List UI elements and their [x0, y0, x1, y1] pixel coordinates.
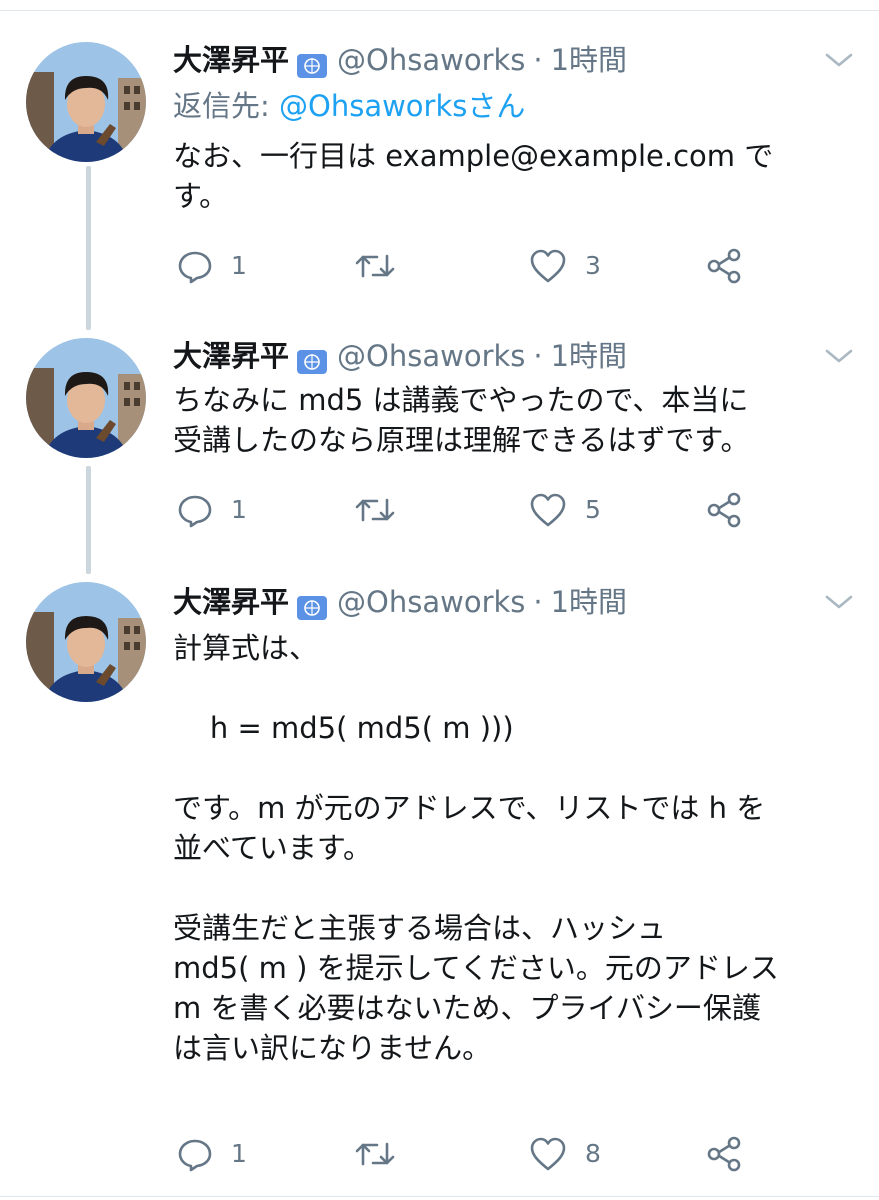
reply-button[interactable]: 1 — [177, 246, 247, 286]
chevron-down-icon[interactable] — [822, 590, 856, 614]
heart-icon — [530, 249, 566, 283]
tweet-actions: 1 5 — [173, 490, 773, 530]
chevron-down-icon[interactable] — [822, 344, 856, 368]
like-button[interactable]: 8 — [529, 1134, 601, 1174]
like-button[interactable]: 3 — [529, 246, 601, 286]
avatar[interactable] — [26, 338, 146, 458]
like-count: 3 — [585, 251, 601, 280]
reply-to-label: 返信先: — [173, 89, 270, 123]
tweet-header: 大澤昇平 @Ohsaworks · 1時間 — [173, 40, 627, 80]
reply-button[interactable]: 1 — [177, 1134, 247, 1174]
like-count: 8 — [585, 1139, 601, 1168]
tweet-header: 大澤昇平 @Ohsaworks · 1時間 — [173, 582, 627, 622]
tweet-2[interactable]: 大澤昇平 @Ohsaworks · 1時間 ちなみに md5 は講義でやったので… — [0, 330, 879, 574]
share-button[interactable] — [705, 246, 743, 286]
un-emblem-icon — [297, 590, 328, 620]
speech-bubble-icon — [178, 495, 212, 528]
chevron-down-icon[interactable] — [822, 48, 856, 72]
heart-icon — [530, 493, 566, 527]
reply-context: 返信先: @Ohsaworksさん — [173, 86, 525, 126]
tweet-3[interactable]: 大澤昇平 @Ohsaworks · 1時間 計算式は、 h = md5( md5… — [0, 574, 879, 1196]
reply-count: 1 — [231, 1139, 247, 1168]
display-name[interactable]: 大澤昇平 — [173, 40, 289, 80]
speech-bubble-icon — [178, 1139, 212, 1172]
tweet-1[interactable]: 大澤昇平 @Ohsaworks · 1時間 返信先: @Ohsaworksさん … — [0, 0, 879, 330]
share-button[interactable] — [705, 1134, 743, 1174]
tweet-text: 計算式は、 h = md5( md5( m ))) です。m が元のアドレスで、… — [173, 631, 779, 1065]
share-icon — [707, 248, 741, 284]
meta-separator: · — [533, 585, 543, 619]
reply-count: 1 — [231, 251, 247, 280]
handle[interactable]: @Ohsaworks — [337, 40, 525, 80]
reply-button[interactable]: 1 — [177, 490, 247, 530]
bottom-divider — [0, 1196, 879, 1197]
retweet-button[interactable] — [355, 490, 413, 530]
like-count: 5 — [585, 495, 601, 524]
tweet-header: 大澤昇平 @Ohsaworks · 1時間 — [173, 336, 627, 376]
retweet-arrows-icon — [355, 1142, 395, 1166]
meta-separator: · — [533, 339, 543, 373]
share-icon — [707, 492, 741, 528]
tweet-text: ちなみに md5 は講義でやったので、本当に 受講したのなら原理は理解できるはず… — [173, 383, 750, 457]
share-button[interactable] — [705, 490, 743, 530]
display-name[interactable]: 大澤昇平 — [173, 582, 289, 622]
avatar[interactable] — [26, 582, 146, 702]
timestamp[interactable]: 1時間 — [551, 336, 627, 376]
handle[interactable]: @Ohsaworks — [337, 582, 525, 622]
un-emblem-icon — [297, 48, 328, 78]
retweet-button[interactable] — [355, 1134, 413, 1174]
timestamp[interactable]: 1時間 — [551, 40, 627, 80]
un-emblem-icon — [297, 344, 328, 374]
retweet-arrows-icon — [355, 254, 395, 278]
display-name[interactable]: 大澤昇平 — [173, 336, 289, 376]
like-button[interactable]: 5 — [529, 490, 601, 530]
handle[interactable]: @Ohsaworks — [337, 336, 525, 376]
reply-count: 1 — [231, 495, 247, 524]
tweet-actions: 1 8 — [173, 1134, 773, 1174]
speech-bubble-icon — [178, 251, 212, 284]
heart-icon — [530, 1137, 566, 1171]
share-icon — [707, 1136, 741, 1172]
tweet-actions: 1 3 — [173, 246, 773, 286]
retweet-arrows-icon — [355, 498, 395, 522]
timestamp[interactable]: 1時間 — [551, 582, 627, 622]
avatar[interactable] — [26, 42, 146, 162]
reply-to-handle[interactable]: @Ohsaworksさん — [279, 89, 525, 123]
tweet-text: なお、一行目は example@example.com で す。 — [173, 139, 774, 213]
retweet-button[interactable] — [355, 246, 413, 286]
meta-separator: · — [533, 43, 543, 77]
